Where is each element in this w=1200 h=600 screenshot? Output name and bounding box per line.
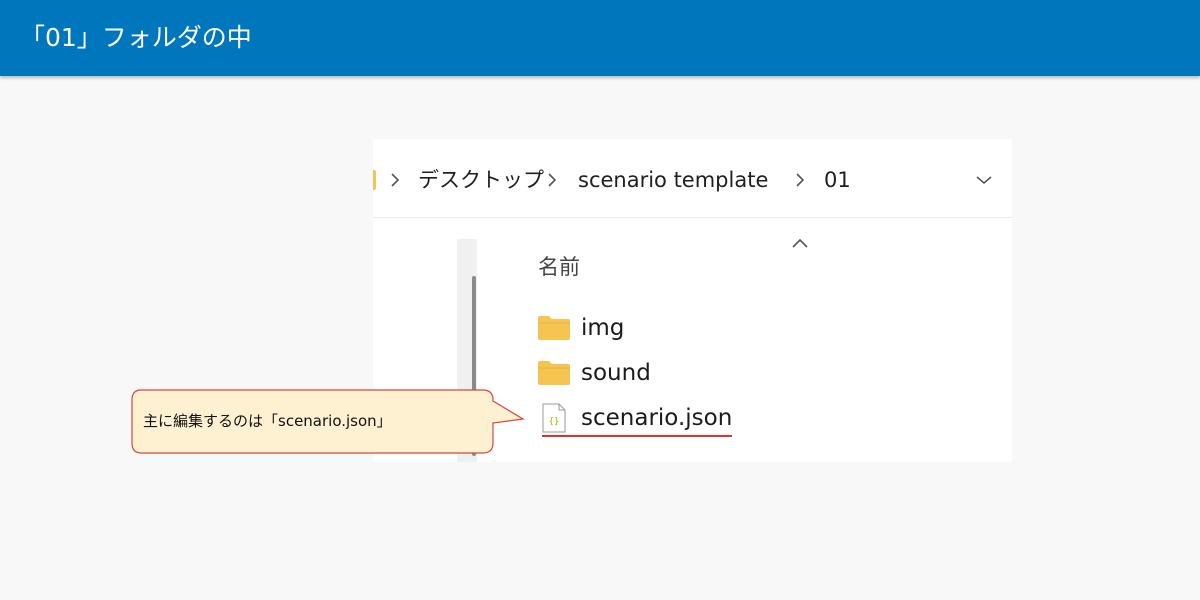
callout-text: 主に編集するのは「scenario.json」 [143, 412, 392, 430]
breadcrumb-01[interactable]: 01 [824, 165, 851, 195]
highlight-underline [542, 435, 732, 437]
chevron-down-icon[interactable] [971, 169, 997, 191]
svg-text:{}: {} [549, 417, 560, 427]
file-name: scenario.json [581, 405, 733, 431]
breadcrumb-desktop[interactable]: デスクトップ [418, 165, 544, 195]
chevron-right-icon[interactable] [794, 165, 806, 195]
json-file-icon: {} [542, 403, 566, 433]
page-title: 「01」フォルダの中 [20, 23, 252, 52]
folder-icon [373, 170, 376, 190]
address-bar[interactable]: デスクトップ scenario template 01 [373, 139, 1012, 218]
file-name: img [581, 315, 625, 341]
column-header-name[interactable]: 名前 [538, 252, 580, 282]
breadcrumb-scenario-template[interactable]: scenario template [578, 165, 768, 195]
sort-ascending-icon[interactable] [789, 235, 811, 251]
file-name: sound [581, 360, 651, 386]
callout-bubble: 主に編集するのは「scenario.json」 [131, 389, 525, 454]
title-bar: 「01」フォルダの中 [0, 0, 1200, 76]
folder-icon [538, 316, 570, 340]
chevron-right-icon[interactable] [546, 165, 558, 195]
folder-icon [538, 361, 570, 385]
chevron-right-icon[interactable] [389, 165, 401, 195]
